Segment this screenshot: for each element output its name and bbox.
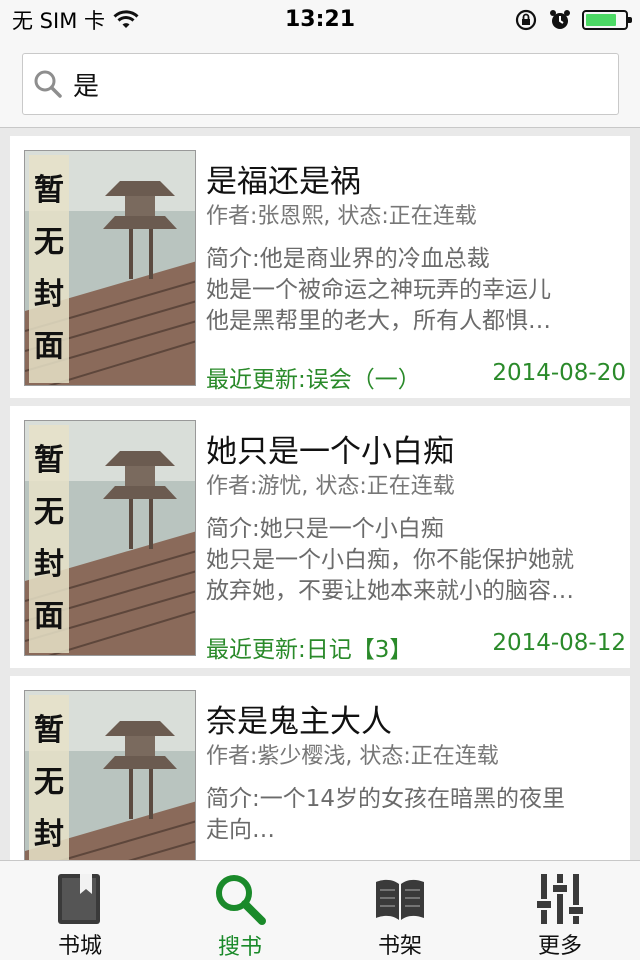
- intro-line: 她只是一个小白痴，你不能保护她就: [206, 547, 574, 573]
- bookmark-book-icon: [58, 873, 100, 924]
- rotation-lock-icon: [515, 9, 537, 31]
- cover-text: 暂无封面: [34, 443, 64, 634]
- battery-icon: [582, 10, 632, 30]
- cover-text: 暂无封面: [34, 713, 64, 852]
- search-header: [0, 40, 640, 128]
- search-icon: [216, 875, 266, 925]
- cover-text: 暂无封面: [34, 173, 64, 364]
- status-bar: 无 SIM 卡 13:21: [0, 0, 640, 40]
- update-date: 2014-08-20: [492, 360, 626, 386]
- alarm-icon: [550, 10, 570, 29]
- intro-line: 走向…: [206, 817, 275, 843]
- open-book-icon: [376, 879, 424, 920]
- book-author-status: 作者:张恩熙, 状态:正在连载: [206, 204, 477, 229]
- tab-more[interactable]: 更多: [480, 861, 640, 960]
- tab-label: 书架: [377, 934, 422, 959]
- book-cover: 暂无封面: [24, 420, 196, 656]
- book-card[interactable]: 暂无封面 是福还是祸 作者:张恩熙, 状态:正在连载 简介:他是商业界的冷血总裁…: [10, 136, 630, 398]
- book-intro: 简介:一个14岁的女孩在暗黑的夜里 走向…: [206, 784, 626, 846]
- intro-line: 简介:他是商业界的冷血总裁: [206, 246, 490, 272]
- book-title: 是福还是祸: [206, 164, 361, 200]
- book-card[interactable]: 暂无封面 奈是鬼主大人 作者:紫少樱浅, 状态:正在连载 简介:一个14岁的女孩…: [10, 676, 630, 860]
- tab-label: 更多: [537, 934, 582, 959]
- battery-tip: [628, 17, 632, 23]
- tab-bookstore[interactable]: 书城: [0, 861, 160, 960]
- intro-line: 他是黑帮里的老大，所有人都惧…: [206, 308, 551, 334]
- tab-search[interactable]: 搜书: [160, 861, 320, 960]
- book-cover: 暂无封面: [24, 690, 196, 860]
- latest-chapter: 最近更新:误会（一）: [206, 367, 421, 393]
- intro-line: 简介:她只是一个小白痴: [206, 516, 444, 542]
- search-input[interactable]: [73, 69, 573, 99]
- tab-label: 书城: [57, 934, 102, 959]
- tab-label: 搜书: [217, 935, 262, 960]
- sliders-icon: [535, 873, 585, 924]
- battery-fill: [586, 14, 617, 26]
- tab-bar: 书城 搜书 书架 更多: [0, 860, 640, 960]
- book-title: 她只是一个小白痴: [206, 434, 454, 470]
- latest-chapter: 最近更新:日记【3】: [206, 637, 413, 663]
- book-title: 奈是鬼主大人: [206, 704, 392, 740]
- book-intro: 简介:她只是一个小白痴 她只是一个小白痴，你不能保护她就 放弃她，不要让她本来就…: [206, 514, 626, 607]
- book-intro: 简介:他是商业界的冷血总裁 她是一个被命运之神玩弄的幸运儿 他是黑帮里的老大，所…: [206, 244, 626, 337]
- intro-line: 简介:一个14岁的女孩在暗黑的夜里: [206, 786, 566, 812]
- tab-bookshelf[interactable]: 书架: [320, 861, 480, 960]
- status-icons: [514, 8, 632, 32]
- intro-line: 她是一个被命运之神玩弄的幸运儿: [206, 277, 551, 303]
- search-bar[interactable]: [22, 53, 619, 115]
- intro-line: 放弃她，不要让她本来就小的脑容…: [206, 578, 574, 604]
- update-date: 2014-08-12: [492, 630, 626, 656]
- book-card[interactable]: 暂无封面 她只是一个小白痴 作者:游忧, 状态:正在连载 简介:她只是一个小白痴…: [10, 406, 630, 668]
- results-list: 暂无封面 是福还是祸 作者:张恩熙, 状态:正在连载 简介:他是商业界的冷血总裁…: [0, 128, 640, 860]
- book-author-status: 作者:紫少樱浅, 状态:正在连载: [206, 744, 499, 769]
- search-icon: [34, 70, 62, 98]
- book-author-status: 作者:游忧, 状态:正在连载: [206, 474, 455, 499]
- book-cover: 暂无封面: [24, 150, 196, 386]
